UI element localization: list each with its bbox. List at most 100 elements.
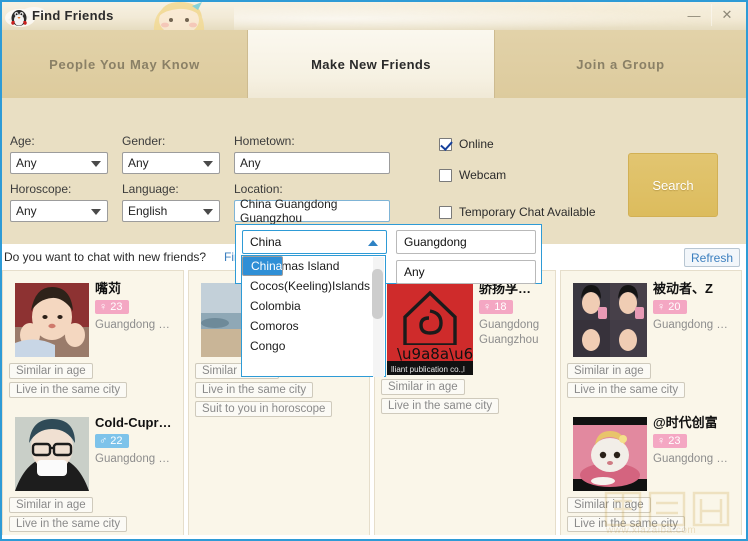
age-value: 22: [110, 435, 123, 447]
chevron-down-icon: [91, 161, 101, 167]
gender-select-value: Any: [128, 156, 149, 170]
chevron-down-icon: [203, 209, 213, 215]
online-checkbox-row[interactable]: Online: [439, 137, 494, 151]
friend-card[interactable]: 嘴苅 ♀ 23 Guangdong Guan… Similar in age L…: [3, 271, 183, 405]
country-option-cocos-islands[interactable]: Cocos(Keeling)Islands: [242, 276, 385, 296]
friend-card[interactable]: @时代创富 ♀ 23 Guangdong Guan… Similar in ag…: [561, 405, 741, 539]
webcam-label: Webcam: [459, 168, 507, 182]
tag-same-city[interactable]: Live in the same city: [567, 382, 686, 398]
language-label: Language:: [122, 182, 179, 196]
hometown-input[interactable]: Any: [234, 152, 390, 174]
friend-location: Guangdong Guan…: [95, 453, 175, 465]
window-bottom-strip: [2, 535, 746, 539]
horoscope-label: Horoscope:: [10, 182, 72, 196]
avatar[interactable]: [15, 417, 89, 491]
webcam-checkbox[interactable]: [439, 168, 452, 182]
tab-join-a-group[interactable]: Join a Group: [495, 30, 746, 98]
hometown-input-value: Any: [240, 156, 261, 170]
temp-chat-checkbox-row[interactable]: Temporary Chat Available: [439, 205, 596, 219]
tab-make-new-friends-label: Make New Friends: [311, 56, 431, 72]
country-combo-value: China: [250, 235, 282, 249]
temp-chat-checkbox[interactable]: [439, 205, 452, 219]
province-combo[interactable]: Guangdong: [396, 230, 536, 254]
avatar[interactable]: [15, 283, 89, 357]
friend-location: Guangdong Guangzhou: [479, 319, 540, 346]
tag-same-city[interactable]: Live in the same city: [381, 398, 500, 414]
gender-select[interactable]: Any: [122, 152, 220, 174]
tag-similar-in-age[interactable]: Similar in age: [567, 363, 651, 379]
results-column: 被动者、Z ♀ 20 Guangdong Guan… Similar in ag…: [560, 270, 742, 539]
dropdown-scrollbar[interactable]: [372, 257, 384, 377]
tag-same-city[interactable]: Live in the same city: [195, 382, 314, 398]
tag-same-city[interactable]: Live in the same city: [9, 382, 128, 398]
gender-age-badge: ♀ 18: [479, 300, 513, 314]
age-select[interactable]: Any: [10, 152, 108, 174]
tab-people-you-may-know[interactable]: People You May Know: [2, 30, 247, 98]
avatar[interactable]: [573, 283, 647, 357]
hometown-label: Hometown:: [234, 134, 295, 148]
age-value: 20: [668, 301, 681, 313]
age-select-value: Any: [16, 156, 37, 170]
header-cloud-decoration: [234, 2, 746, 30]
friend-location: Guangdong Guan…: [653, 453, 733, 465]
svg-text:lliant publication co.,l: lliant publication co.,l: [391, 365, 465, 374]
tag-same-city[interactable]: Live in the same city: [567, 516, 686, 532]
language-select[interactable]: English: [122, 200, 220, 222]
province-combo-value: Guangdong: [404, 235, 467, 249]
country-option-congo[interactable]: Congo: [242, 336, 385, 356]
country-combo[interactable]: China: [242, 230, 387, 254]
minimize-button[interactable]: —: [679, 4, 709, 26]
location-input[interactable]: China Guangdong Guangzhou: [234, 197, 390, 225]
avatar[interactable]: \u9a8a\u63da\u66f8\u696d lliant publicat…: [387, 283, 473, 375]
friend-location: Guangdong Guan…: [653, 319, 733, 331]
gender-age-badge: ♂ 22: [95, 434, 129, 448]
search-button[interactable]: Search: [628, 153, 718, 217]
dropdown-scrollbar-thumb[interactable]: [372, 269, 383, 319]
close-button[interactable]: ✕: [711, 4, 742, 26]
online-checkbox[interactable]: [439, 137, 452, 151]
gender-label: Gender:: [122, 134, 166, 148]
avatar[interactable]: [573, 417, 647, 491]
gender-age-badge: ♀ 20: [653, 300, 687, 314]
tab-make-new-friends[interactable]: Make New Friends: [247, 30, 495, 98]
tag-similar-in-age[interactable]: Similar in age: [9, 363, 93, 379]
webcam-checkbox-row[interactable]: Webcam: [439, 168, 506, 182]
location-input-value: China Guangdong Guangzhou: [240, 197, 338, 225]
chat-prompt-text: Do you want to chat with new friends?: [4, 250, 207, 264]
tag-similar-in-age[interactable]: Similar in age: [9, 497, 93, 513]
refresh-button-label: Refresh: [691, 250, 734, 265]
refresh-button[interactable]: Refresh: [684, 248, 741, 267]
svg-text:\u9a8a\u63da\u66f8\u696d: \u9a8a\u63da\u66f8\u696d: [397, 345, 473, 363]
friend-card[interactable]: \u9a8a\u63da\u66f8\u696d lliant publicat…: [375, 271, 555, 421]
online-label: Online: [459, 137, 494, 151]
age-value: 18: [494, 301, 507, 313]
horoscope-select[interactable]: Any: [10, 200, 108, 222]
window-controls: — ✕: [679, 4, 742, 26]
age-value: 23: [110, 301, 123, 313]
tab-bar: People You May Know Make New Friends Joi…: [2, 30, 746, 98]
country-option-colombia[interactable]: Colombia: [242, 296, 385, 316]
window-title: Find Friends: [32, 8, 114, 23]
horoscope-select-value: Any: [16, 204, 37, 218]
title-bar: Find Friends — ✕: [2, 2, 746, 30]
language-select-value: English: [128, 204, 168, 218]
country-dropdown-list[interactable]: China Christmas Island Cocos(Keeling)Isl…: [241, 255, 386, 377]
tag-similar-in-age[interactable]: Similar in age: [567, 497, 651, 513]
male-icon: ♂: [99, 434, 108, 447]
friend-name: 被动者、Z: [653, 281, 713, 296]
tag-same-city[interactable]: Live in the same city: [9, 516, 128, 532]
tab-people-you-may-know-label: People You May Know: [49, 56, 200, 72]
tag-horoscope-match[interactable]: Suit to you in horoscope: [195, 401, 333, 417]
female-icon: ♀: [99, 300, 108, 313]
friend-card[interactable]: Cold-Cupress… ♂ 22 Guangdong Guan… Simil…: [3, 405, 183, 539]
chevron-down-icon: [91, 209, 101, 215]
city-combo[interactable]: Any: [396, 260, 536, 284]
tag-similar-in-age[interactable]: Similar in age: [381, 379, 465, 395]
friend-card[interactable]: 被动者、Z ♀ 20 Guangdong Guan… Similar in ag…: [561, 271, 741, 405]
country-option-china[interactable]: China: [242, 256, 284, 276]
results-column: \u9a8a\u63da\u66f8\u696d lliant publicat…: [374, 270, 556, 539]
country-option-comoros[interactable]: Comoros: [242, 316, 385, 336]
qq-penguin-icon: [11, 10, 27, 26]
tab-join-a-group-label: Join a Group: [576, 56, 665, 72]
chevron-up-icon: [368, 240, 378, 246]
